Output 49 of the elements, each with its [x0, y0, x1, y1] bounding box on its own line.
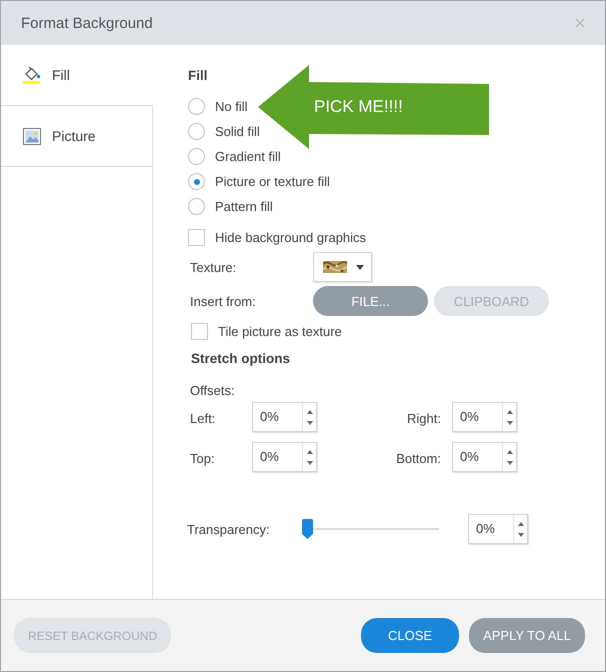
radio-label[interactable]: Picture or texture fill: [215, 174, 330, 189]
radio-label[interactable]: Solid fill: [215, 124, 260, 139]
checkbox-label[interactable]: Hide background graphics: [215, 230, 366, 245]
sidebar-tab[interactable]: Picture: [1, 105, 153, 167]
checkbox[interactable]: [188, 229, 205, 246]
radio-label[interactable]: Gradient fill: [215, 149, 281, 164]
radio-button[interactable]: [188, 173, 205, 190]
number-field[interactable]: 0%: [452, 402, 517, 432]
radio-button[interactable]: [188, 148, 205, 165]
group-label: Offsets:: [190, 383, 235, 398]
section-heading: Stretch options: [191, 351, 290, 367]
section-heading: Fill: [188, 68, 208, 84]
field-label: Top:: [190, 450, 215, 466]
slider-thumb[interactable]: [302, 519, 313, 539]
caret-up-icon[interactable]: [306, 450, 312, 454]
number-field[interactable]: 0%: [252, 442, 317, 472]
window-title: Format Background: [21, 14, 153, 32]
field-label: Insert from:: [190, 294, 257, 308]
texture-dropdown[interactable]: [313, 252, 372, 282]
radio-button[interactable]: [188, 123, 205, 140]
number-field[interactable]: 0%: [452, 442, 517, 472]
caret-down-icon[interactable]: [356, 264, 364, 270]
caret-down-icon[interactable]: [518, 532, 524, 536]
texture-swatch-icon: [323, 261, 347, 273]
checkbox-label[interactable]: Tile picture as texture: [218, 324, 342, 339]
caret-down-icon[interactable]: [506, 420, 512, 424]
field-label: Bottom:: [396, 450, 441, 466]
callout-text: PICK ME!!!!: [314, 97, 403, 117]
radio-label[interactable]: Pattern fill: [215, 199, 273, 214]
field-label: Left:: [190, 410, 216, 426]
number-field[interactable]: 0%: [252, 402, 317, 432]
field-label: Right:: [407, 410, 441, 426]
image-icon: [23, 128, 41, 144]
caret-up-icon[interactable]: [506, 450, 512, 454]
radio-button[interactable]: [188, 98, 205, 115]
caret-down-icon[interactable]: [506, 460, 512, 464]
checkbox[interactable]: [191, 323, 208, 340]
caret-down-icon[interactable]: [306, 460, 312, 464]
close-button[interactable]: CLOSE: [361, 618, 460, 653]
field-label: Texture:: [190, 260, 238, 274]
caret-down-icon[interactable]: [306, 420, 312, 424]
caret-up-icon[interactable]: [518, 522, 524, 526]
number-field[interactable]: 0%: [468, 514, 528, 544]
paint-bucket-icon: [23, 66, 41, 84]
caret-up-icon[interactable]: [306, 410, 312, 414]
radio-button[interactable]: [188, 198, 205, 215]
caret-up-icon[interactable]: [506, 410, 512, 414]
radio-label[interactable]: No fill: [215, 99, 248, 114]
field-label: Transparency:: [187, 522, 271, 536]
